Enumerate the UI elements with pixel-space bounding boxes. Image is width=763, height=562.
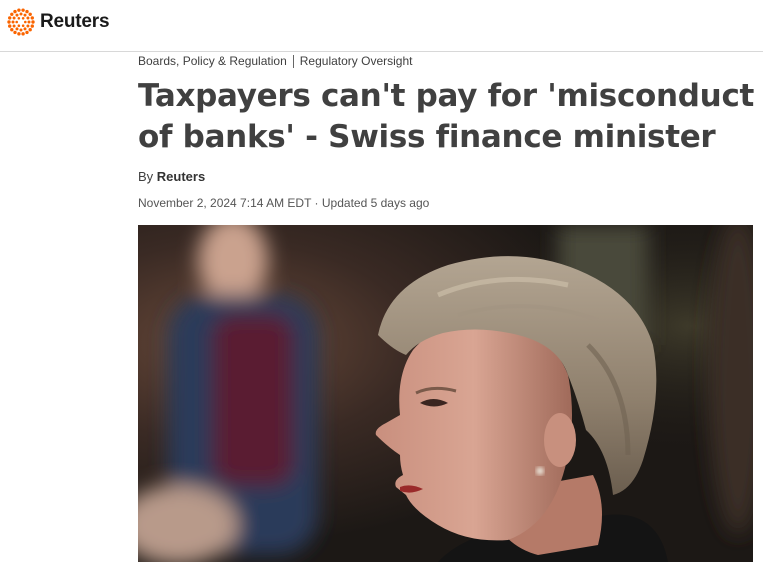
reuters-dot-ring-icon [7, 8, 35, 36]
date-separator: · [314, 196, 319, 210]
breadcrumb: Boards, Policy & Regulation Regulatory O… [138, 54, 412, 68]
article-hero-image[interactable] [138, 225, 753, 562]
breadcrumb-subsection-link[interactable]: Regulatory Oversight [300, 54, 413, 68]
article-headline: Taxpayers can't pay for 'misconduct of b… [138, 78, 755, 155]
publish-date: November 2, 2024 7:14 AM EDT [138, 196, 312, 210]
author-link[interactable]: Reuters [157, 169, 205, 184]
byline-prefix: By [138, 169, 154, 184]
dateline: November 2, 2024 7:14 AM EDT · Updated 5… [138, 196, 429, 210]
byline: By Reuters [138, 169, 205, 184]
breadcrumb-divider [292, 54, 294, 68]
updated-time: Updated 5 days ago [321, 196, 430, 210]
reuters-logo-link[interactable]: Reuters [7, 8, 110, 36]
logo-text: Reuters [40, 11, 110, 32]
site-header: Reuters [0, 0, 763, 52]
hero-photo-illustration [138, 225, 753, 562]
breadcrumb-section-link[interactable]: Boards, Policy & Regulation [138, 54, 287, 68]
